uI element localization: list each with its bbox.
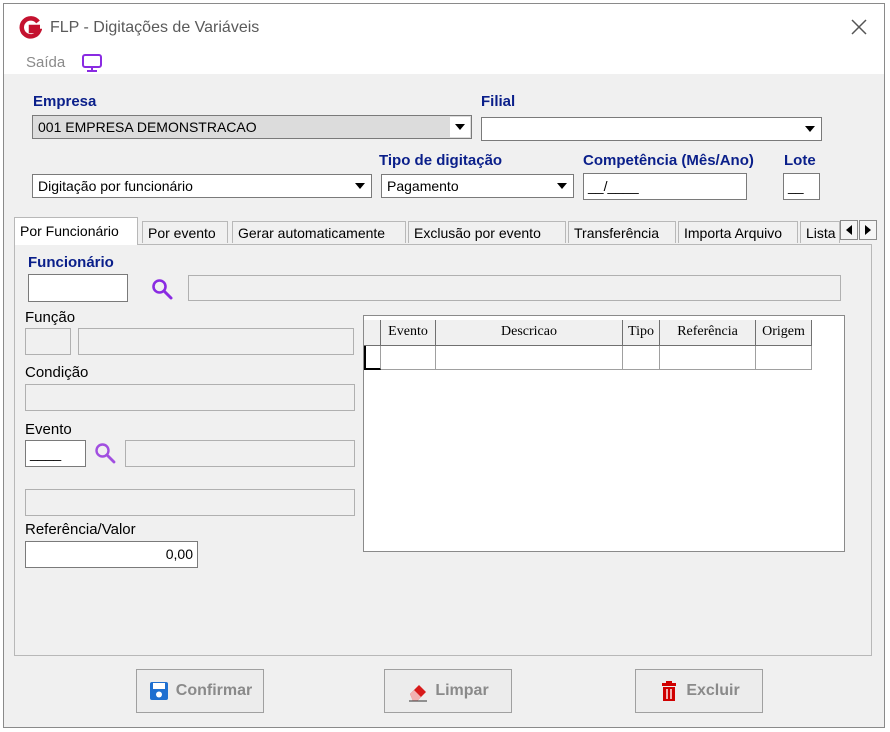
grid-header-tipo[interactable]: Tipo (623, 320, 660, 346)
modo-digitacao-select[interactable]: Digitação por funcionário (32, 174, 372, 198)
grid-row-indicator[interactable] (364, 346, 381, 370)
tab-strip: Por Funcionário Por evento Gerar automat… (14, 217, 877, 245)
eventos-grid[interactable]: Evento Descricao Tipo Referência Origem (363, 315, 845, 552)
tipo-digitacao-label: Tipo de digitação (379, 152, 503, 169)
floppy-disk-icon (149, 682, 168, 700)
chevron-down-icon[interactable] (350, 176, 370, 196)
condicao-label: Condição (25, 364, 89, 381)
main-window: FLP - Digitações de Variáveis Saída Empr… (3, 3, 885, 728)
evento-input[interactable]: ____ (25, 440, 86, 467)
window-title: FLP - Digitações de Variáveis (50, 19, 260, 36)
grid-cell[interactable] (660, 346, 756, 370)
empresa-select[interactable]: 001 EMPRESA DEMONSTRACAO (32, 115, 472, 139)
menu-saida[interactable]: Saída (26, 54, 65, 71)
arrow-right-icon (865, 225, 871, 235)
tab-exclusao-por-evento[interactable]: Exclusão por evento (408, 221, 566, 243)
search-icon[interactable] (93, 441, 117, 465)
condicao-field (25, 384, 355, 411)
filial-select[interactable] (481, 117, 822, 141)
tab-gerar-automaticamente[interactable]: Gerar automaticamente (232, 221, 406, 243)
chevron-down-icon[interactable] (800, 119, 820, 139)
evento-extra-field (25, 489, 355, 516)
arrow-left-icon (846, 225, 852, 235)
chevron-down-icon[interactable] (552, 176, 572, 196)
lote-input[interactable]: __ (783, 173, 820, 200)
referencia-valor-value: 0,00 (165, 546, 193, 562)
grid-header-evento[interactable]: Evento (381, 320, 436, 346)
grid-header-descricao[interactable]: Descricao (436, 320, 623, 346)
limpar-button[interactable]: Limpar (384, 669, 512, 713)
funcao-code-field (25, 328, 71, 355)
funcao-desc-field (78, 328, 354, 355)
funcionario-input[interactable] (28, 274, 128, 302)
trash-icon (662, 681, 677, 701)
lote-label: Lote (784, 152, 816, 169)
grid-cell[interactable] (623, 346, 660, 370)
tab-scroll-right-button[interactable] (859, 220, 877, 240)
chevron-down-icon[interactable] (450, 117, 470, 137)
grid-cell[interactable] (756, 346, 812, 370)
competencia-label: Competência (Mês/Ano) (583, 152, 754, 169)
excluir-label: Excluir (686, 682, 740, 699)
confirmar-label: Confirmar (175, 682, 253, 699)
empresa-label: Empresa (33, 93, 97, 110)
search-icon[interactable] (150, 277, 174, 301)
filial-label: Filial (481, 93, 516, 110)
tab-scroll-left-button[interactable] (840, 220, 858, 240)
grid-header-origem[interactable]: Origem (756, 320, 812, 346)
funcionario-label: Funcionário (28, 254, 114, 271)
tab-importa-arquivo[interactable]: Importa Arquivo (678, 221, 798, 243)
tab-lista[interactable]: Lista (800, 221, 840, 243)
menu-bar: Saída (4, 48, 884, 74)
modo-digitacao-value: Digitação por funcionário (38, 178, 193, 194)
grid-header-referencia[interactable]: Referência (660, 320, 756, 346)
tab-transferencia[interactable]: Transferência (568, 221, 676, 243)
close-icon[interactable] (848, 16, 870, 38)
tab-por-funcionario[interactable]: Por Funcionário (14, 217, 138, 245)
competencia-value: __/____ (588, 178, 639, 194)
funcionario-nome-field (188, 275, 841, 301)
monitor-icon[interactable] (81, 53, 103, 73)
referencia-valor-input[interactable]: 0,00 (25, 541, 198, 568)
evento-value: ____ (30, 445, 62, 461)
tipo-digitacao-value: Pagamento (387, 178, 459, 194)
grid-cell[interactable] (436, 346, 623, 370)
app-logo-icon (19, 16, 42, 39)
referencia-valor-label: Referência/Valor (25, 521, 136, 538)
funcao-label: Função (25, 309, 76, 326)
title-bar: FLP - Digitações de Variáveis (4, 4, 884, 48)
tab-por-evento[interactable]: Por evento (142, 221, 228, 243)
tipo-digitacao-select[interactable]: Pagamento (381, 174, 574, 198)
grid-corner (364, 320, 381, 346)
limpar-label: Limpar (435, 682, 489, 699)
evento-label: Evento (25, 421, 72, 438)
confirmar-button[interactable]: Confirmar (136, 669, 264, 713)
evento-desc-field (125, 440, 355, 467)
eraser-icon (409, 685, 428, 702)
excluir-button[interactable]: Excluir (635, 669, 763, 713)
lote-value: __ (788, 178, 804, 194)
grid-cell[interactable] (381, 346, 436, 370)
empresa-value: 001 EMPRESA DEMONSTRACAO (38, 119, 257, 135)
competencia-input[interactable]: __/____ (583, 173, 747, 200)
